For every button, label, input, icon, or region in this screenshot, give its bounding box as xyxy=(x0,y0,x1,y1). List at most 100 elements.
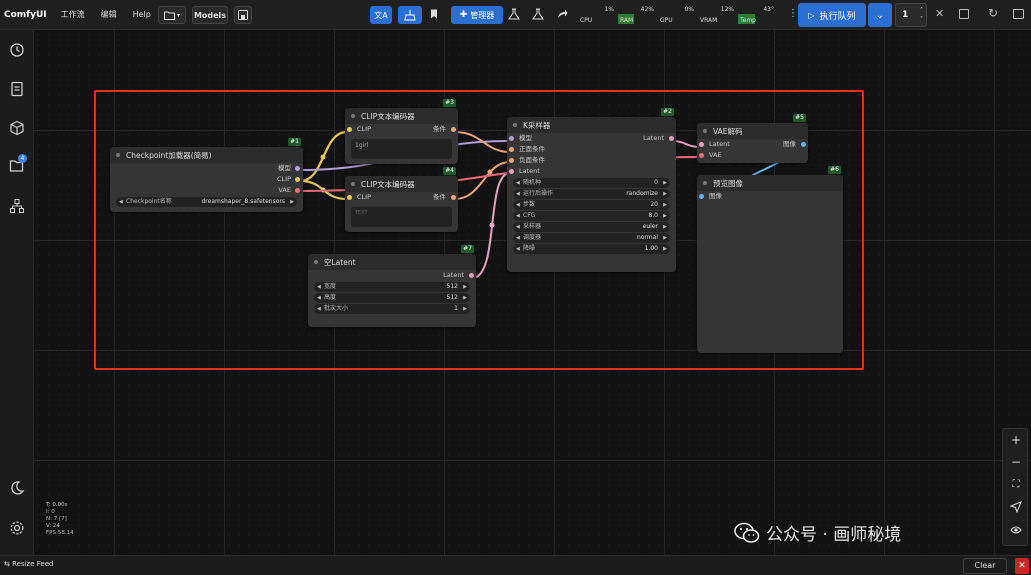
arrow-left-icon[interactable]: ◀ xyxy=(317,293,321,303)
queue-count-stepper[interactable]: 1 ˄ ˅ xyxy=(895,3,927,27)
arrow-left-icon[interactable]: ◀ xyxy=(516,222,520,232)
clip-text-encode-positive-node[interactable]: #3 CLIP文本编码器 CLIP 条件 1girl xyxy=(345,99,458,164)
steps-widget[interactable]: ◀ 步数 20 ▶ xyxy=(513,200,670,210)
node-title[interactable]: CLIP文本编码器 xyxy=(345,108,458,124)
refresh-icon[interactable]: ↻ xyxy=(988,6,998,20)
cube-icon[interactable] xyxy=(9,120,25,136)
resize-feed-button[interactable]: ⇆ Resize Feed xyxy=(4,560,53,568)
slot-dot[interactable] xyxy=(295,177,300,182)
folder-dropdown-button[interactable]: ▾ xyxy=(158,6,186,24)
fit-view-icon[interactable]: ⛶ xyxy=(1008,477,1024,493)
slot-dot[interactable] xyxy=(295,188,300,193)
seed-widget[interactable]: ◀ 随机种 0 ▶ xyxy=(513,178,670,188)
arrow-left-icon[interactable]: ◀ xyxy=(119,197,123,207)
history-icon[interactable] xyxy=(9,42,25,58)
node-title[interactable]: 预览图像 xyxy=(697,175,843,191)
input-slot-clip[interactable]: CLIP 条件 xyxy=(345,192,458,203)
output-slot-model[interactable]: 模型 xyxy=(110,163,303,174)
prompt-textarea[interactable]: TEXT xyxy=(351,207,452,227)
input-slot-image[interactable]: 图像 xyxy=(697,191,843,202)
manager-button[interactable]: ✚ 管理器 xyxy=(451,6,503,24)
arrow-left-icon[interactable]: ◀ xyxy=(516,211,520,221)
clear-button[interactable]: Clear xyxy=(963,558,1007,574)
slot-dot[interactable] xyxy=(699,142,704,147)
bookmark-icon[interactable] xyxy=(430,9,438,19)
width-widget[interactable]: ◀ 宽度 512 ▶ xyxy=(314,282,470,292)
node-library-icon[interactable] xyxy=(9,198,25,214)
ksampler-node[interactable]: #2 K采样器 模型 Latent 正面条件 负面条件 Latent ◀ 随机种 0… xyxy=(507,108,676,272)
batch-size-widget[interactable]: ◀ 批次大小 1 ▶ xyxy=(314,304,470,314)
checkpoint-name-widget[interactable]: ◀ Checkpoint名称 dreamshaper_8.safetensors… xyxy=(116,197,297,207)
zoom-out-icon[interactable]: − xyxy=(1008,454,1024,470)
models-button[interactable]: Models xyxy=(192,6,228,24)
output-slot-clip[interactable]: CLIP xyxy=(110,174,303,185)
preview-image-node[interactable]: #6 预览图像 图像 xyxy=(697,166,843,353)
arrow-right-icon[interactable]: ▶ xyxy=(663,200,667,210)
queue-button[interactable]: ▷ 执行队列 xyxy=(798,3,866,27)
flask-icon[interactable] xyxy=(508,8,520,20)
slot-dot[interactable] xyxy=(801,142,806,147)
arrow-left-icon[interactable]: ◀ xyxy=(516,244,520,254)
share-icon[interactable] xyxy=(557,9,568,19)
select-mode-icon[interactable] xyxy=(1008,499,1024,515)
output-slot-vae[interactable]: VAE xyxy=(110,185,303,196)
settings-gear-icon[interactable] xyxy=(9,520,25,536)
cleanup-button[interactable] xyxy=(398,6,422,24)
vae-decode-node[interactable]: #5 VAE解码 Latent 图像 VAE xyxy=(697,114,808,163)
empty-latent-node[interactable]: #7 空Latent Latent ◀ 宽度 512 ▶ ◀ 高度 512 ▶ ◀ 批次大小 1… xyxy=(308,245,476,327)
panel-toggle-icon[interactable] xyxy=(1013,9,1024,19)
slot-dot[interactable] xyxy=(509,158,514,163)
arrow-right-icon[interactable]: ▶ xyxy=(663,189,667,199)
slot-dot[interactable] xyxy=(509,169,514,174)
slot-dot[interactable] xyxy=(347,195,352,200)
theme-moon-icon[interactable] xyxy=(9,480,25,496)
zoom-in-icon[interactable]: + xyxy=(1008,432,1024,448)
node-title[interactable]: Checkpoint加载器(简易) xyxy=(110,147,303,163)
node-title[interactable]: VAE解码 xyxy=(697,123,808,139)
slot-dot[interactable] xyxy=(699,153,704,158)
menu-workflow[interactable]: 工作流 xyxy=(61,9,85,20)
arrow-left-icon[interactable]: ◀ xyxy=(516,200,520,210)
queue-list-icon[interactable] xyxy=(9,81,25,97)
save-button[interactable] xyxy=(234,6,252,24)
arrow-left-icon[interactable]: ◀ xyxy=(516,233,520,243)
menu-edit[interactable]: 编辑 xyxy=(101,9,117,20)
input-slot-clip[interactable]: CLIP 条件 xyxy=(345,124,458,135)
translate-button[interactable]: 文A xyxy=(370,6,392,24)
input-slot-model[interactable]: 模型 Latent xyxy=(507,133,676,144)
arrow-right-icon[interactable]: ▶ xyxy=(290,197,294,207)
arrow-left-icon[interactable]: ◀ xyxy=(516,178,520,188)
stop-icon[interactable] xyxy=(959,9,969,19)
slot-dot[interactable] xyxy=(469,273,474,278)
cancel-icon[interactable]: ✕ xyxy=(935,7,944,20)
slot-dot[interactable] xyxy=(451,195,456,200)
input-slot-positive[interactable]: 正面条件 xyxy=(507,144,676,155)
arrow-right-icon[interactable]: ▶ xyxy=(463,304,467,314)
node-title[interactable]: K采样器 xyxy=(507,117,676,133)
arrow-right-icon[interactable]: ▶ xyxy=(663,222,667,232)
sampler-widget[interactable]: ◀ 采样器 euler ▶ xyxy=(513,222,670,232)
slot-dot[interactable] xyxy=(295,166,300,171)
arrow-right-icon[interactable]: ▶ xyxy=(663,211,667,221)
input-slot-latent[interactable]: Latent xyxy=(507,166,676,177)
arrow-left-icon[interactable]: ◀ xyxy=(516,189,520,199)
slot-dot[interactable] xyxy=(509,147,514,152)
clip-text-encode-negative-node[interactable]: #4 CLIP文本编码器 CLIP 条件 TEXT xyxy=(345,167,458,232)
flask-alt-icon[interactable] xyxy=(532,8,544,20)
slot-dot[interactable] xyxy=(451,127,456,132)
input-slot-negative[interactable]: 负面条件 xyxy=(507,155,676,166)
input-slot-latent[interactable]: Latent 图像 xyxy=(697,139,808,150)
input-slot-vae[interactable]: VAE xyxy=(697,150,808,161)
control-after-generate-widget[interactable]: ◀ 运行后操作 randomize ▶ xyxy=(513,189,670,199)
scheduler-widget[interactable]: ◀ 调度器 normal ▶ xyxy=(513,233,670,243)
slot-dot[interactable] xyxy=(699,194,704,199)
arrow-left-icon[interactable]: ◀ xyxy=(317,282,321,292)
denoise-widget[interactable]: ◀ 降噪 1.00 ▶ xyxy=(513,244,670,254)
arrow-right-icon[interactable]: ▶ xyxy=(463,282,467,292)
checkpoint-loader-node[interactable]: #1 Checkpoint加载器(简易) 模型 CLIP VAE ◀ Check… xyxy=(110,138,303,212)
menu-help[interactable]: Help xyxy=(133,10,151,19)
close-panel-icon[interactable]: ✕ xyxy=(1015,558,1029,574)
stepper-arrows-icon[interactable]: ˄ ˅ xyxy=(920,6,923,24)
arrow-right-icon[interactable]: ▶ xyxy=(663,178,667,188)
more-icon[interactable]: ⋮ xyxy=(788,8,798,19)
